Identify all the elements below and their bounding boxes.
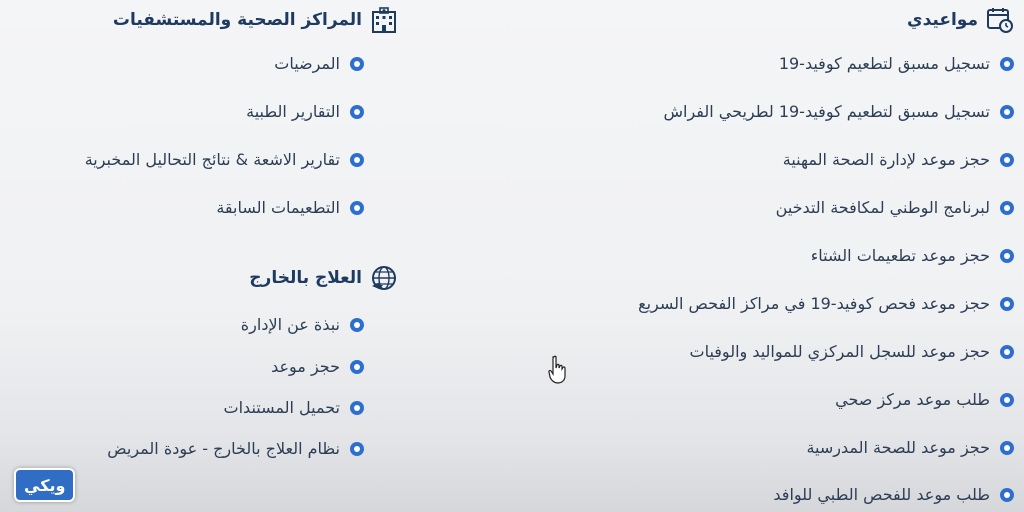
treatment-abroad-title: العلاج بالخارج	[249, 268, 362, 288]
bullet-icon	[350, 400, 364, 415]
bullet-icon	[350, 200, 364, 215]
bullet-icon	[1000, 392, 1014, 407]
bullet-icon	[1000, 152, 1014, 167]
health-center-link[interactable]: التطعيمات السابقة	[216, 198, 364, 217]
appointment-link[interactable]: حجز موعد للسجل المركزي للمواليد والوفيات	[690, 342, 1014, 361]
health-centers-heading: المراكز الصحية والمستشفيات	[113, 0, 398, 40]
appointments-title: مواعيدي	[907, 10, 978, 30]
appointment-link[interactable]: طلب موعد للفحص الطبي للوافد	[773, 485, 1014, 504]
health-center-link[interactable]: المرضيات	[274, 54, 364, 73]
bullet-icon	[350, 441, 364, 456]
globe-plane-icon	[370, 264, 398, 292]
bullet-icon	[1000, 440, 1014, 455]
bullet-icon	[350, 56, 364, 71]
appointments-heading: مواعيدي	[907, 0, 1014, 40]
bullet-icon	[1000, 104, 1014, 119]
appointment-link[interactable]: حجز موعد تطعيمات الشتاء	[811, 246, 1014, 265]
bullet-icon	[1000, 296, 1014, 311]
treatment-abroad-heading: العلاج بالخارج	[249, 258, 398, 298]
bullet-icon	[350, 152, 364, 167]
appointment-link[interactable]: تسجيل مسبق لتطعيم كوفيد-19 لطريحي الفراش	[663, 102, 1014, 121]
bullet-icon	[1000, 487, 1014, 502]
appointment-link[interactable]: تسجيل مسبق لتطعيم كوفيد-19	[779, 54, 1014, 73]
treatment-abroad-link[interactable]: نظام العلاج بالخارج - عودة المريض	[107, 439, 364, 458]
appointment-link[interactable]: حجز موعد للصحة المدرسية	[806, 438, 1014, 457]
treatment-abroad-link[interactable]: حجز موعد	[271, 357, 364, 376]
bullet-icon	[350, 359, 364, 374]
health-center-link[interactable]: التقارير الطبية	[246, 102, 364, 121]
appointment-link[interactable]: طلب موعد مركز صحي	[835, 390, 1014, 409]
bullet-icon	[1000, 248, 1014, 263]
treatment-abroad-link[interactable]: نبذة عن الإدارة	[241, 315, 364, 334]
appointment-link[interactable]: حجز موعد لإدارة الصحة المهنية	[783, 150, 1014, 169]
health-centers-title: المراكز الصحية والمستشفيات	[112, 10, 362, 30]
hand-cursor-icon	[548, 355, 568, 389]
left-column: المراكز الصحية والمستشفيات المرضيات التق…	[20, 0, 420, 512]
watermark-logo: ويكي	[14, 468, 76, 502]
bullet-icon	[1000, 200, 1014, 215]
appointment-link[interactable]: لبرنامج الوطني لمكافحة التدخين	[776, 198, 1014, 217]
treatment-abroad-link[interactable]: تحميل المستندات	[224, 398, 364, 417]
bullet-icon	[350, 317, 364, 332]
bullet-icon	[1000, 344, 1014, 359]
bullet-icon	[1000, 56, 1014, 71]
calendar-clock-icon	[986, 6, 1014, 34]
health-center-link[interactable]: تقارير الاشعة & نتائج التحاليل المخبرية	[85, 150, 364, 169]
hospital-building-icon	[370, 6, 398, 34]
bullet-icon	[350, 104, 364, 119]
appointment-link[interactable]: حجز موعد فحص كوفيد-19 في مراكز الفحص الس…	[638, 294, 1014, 313]
